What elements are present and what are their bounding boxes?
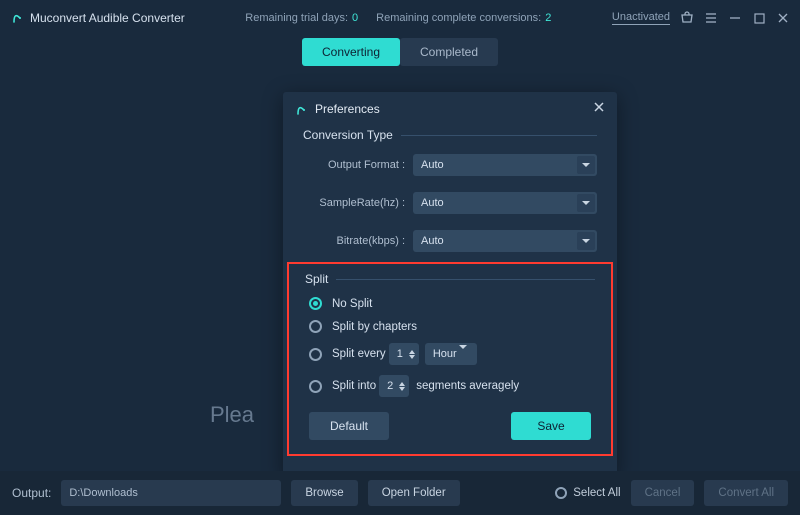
conversions-left: Remaining complete conversions:2 [376, 12, 551, 24]
trial-info: Remaining trial days:0 Remaining complet… [185, 12, 612, 24]
samplerate-label: SampleRate(hz) : [303, 197, 413, 209]
main-area: Converting Completed Plea Preferences Co… [0, 36, 800, 471]
dialog-logo-icon [295, 103, 307, 115]
radio-no-split[interactable] [309, 297, 322, 310]
output-path-input[interactable]: D:\Downloads [61, 480, 281, 506]
output-format-label: Output Format : [303, 159, 413, 171]
browse-button[interactable]: Browse [291, 480, 357, 506]
convert-all-button[interactable]: Convert All [704, 480, 788, 506]
arrow-up-icon[interactable] [409, 350, 415, 354]
tab-converting[interactable]: Converting [302, 38, 400, 66]
split-every-stepper[interactable]: 1 [389, 343, 419, 365]
split-section-highlight: Split No Split Split by chapters Split e… [287, 262, 613, 456]
minimize-icon[interactable] [728, 11, 742, 25]
default-button[interactable]: Default [309, 412, 389, 440]
tabs: Converting Completed [0, 36, 800, 66]
bitrate-select[interactable]: Auto [413, 230, 597, 252]
dialog-close-icon[interactable] [593, 100, 605, 118]
radio-split-every[interactable] [309, 348, 322, 361]
samplerate-select[interactable]: Auto [413, 192, 597, 214]
chevron-down-icon [577, 194, 595, 212]
tab-completed[interactable]: Completed [400, 38, 498, 66]
bottom-bar: Output: D:\Downloads Browse Open Folder … [0, 471, 800, 515]
maximize-icon[interactable] [752, 11, 766, 25]
split-into-post: segments averagely [416, 380, 519, 392]
split-into-stepper[interactable]: 2 [379, 375, 409, 397]
radio-split-into[interactable] [309, 380, 322, 393]
chevron-down-icon [459, 345, 475, 363]
split-every-pre: Split every [332, 348, 386, 360]
select-all-checkbox[interactable]: Select All [555, 487, 620, 499]
background-placeholder-text: Plea [210, 402, 254, 428]
no-split-label: No Split [332, 298, 372, 310]
open-folder-button[interactable]: Open Folder [368, 480, 460, 506]
split-into-pre: Split into [332, 380, 376, 392]
split-chapters-label: Split by chapters [332, 321, 417, 333]
preferences-dialog: Preferences Conversion Type Output Forma… [283, 92, 617, 477]
app-logo-icon [10, 11, 24, 25]
menu-icon[interactable] [704, 11, 718, 25]
dialog-header: Preferences [283, 92, 617, 126]
legend-split: Split [289, 272, 611, 286]
app-title: Muconvert Audible Converter [30, 11, 185, 25]
shop-icon[interactable] [680, 11, 694, 25]
radio-icon [555, 487, 567, 499]
output-format-select[interactable]: Auto [413, 154, 597, 176]
legend-conversion-type: Conversion Type [283, 128, 617, 142]
arrow-down-icon[interactable] [409, 355, 415, 359]
save-button[interactable]: Save [511, 412, 591, 440]
split-every-unit-select[interactable]: Hour [425, 343, 477, 365]
bitrate-label: Bitrate(kbps) : [303, 235, 413, 247]
output-label: Output: [12, 486, 51, 500]
arrow-down-icon[interactable] [399, 387, 405, 391]
title-bar: Muconvert Audible Converter Remaining tr… [0, 0, 800, 36]
radio-split-chapters[interactable] [309, 320, 322, 333]
close-icon[interactable] [776, 11, 790, 25]
chevron-down-icon [577, 156, 595, 174]
trial-days: Remaining trial days:0 [245, 12, 358, 24]
chevron-down-icon [577, 232, 595, 250]
cancel-button[interactable]: Cancel [631, 480, 695, 506]
unactivated-link[interactable]: Unactivated [612, 11, 670, 25]
dialog-title: Preferences [315, 102, 380, 116]
arrow-up-icon[interactable] [399, 382, 405, 386]
